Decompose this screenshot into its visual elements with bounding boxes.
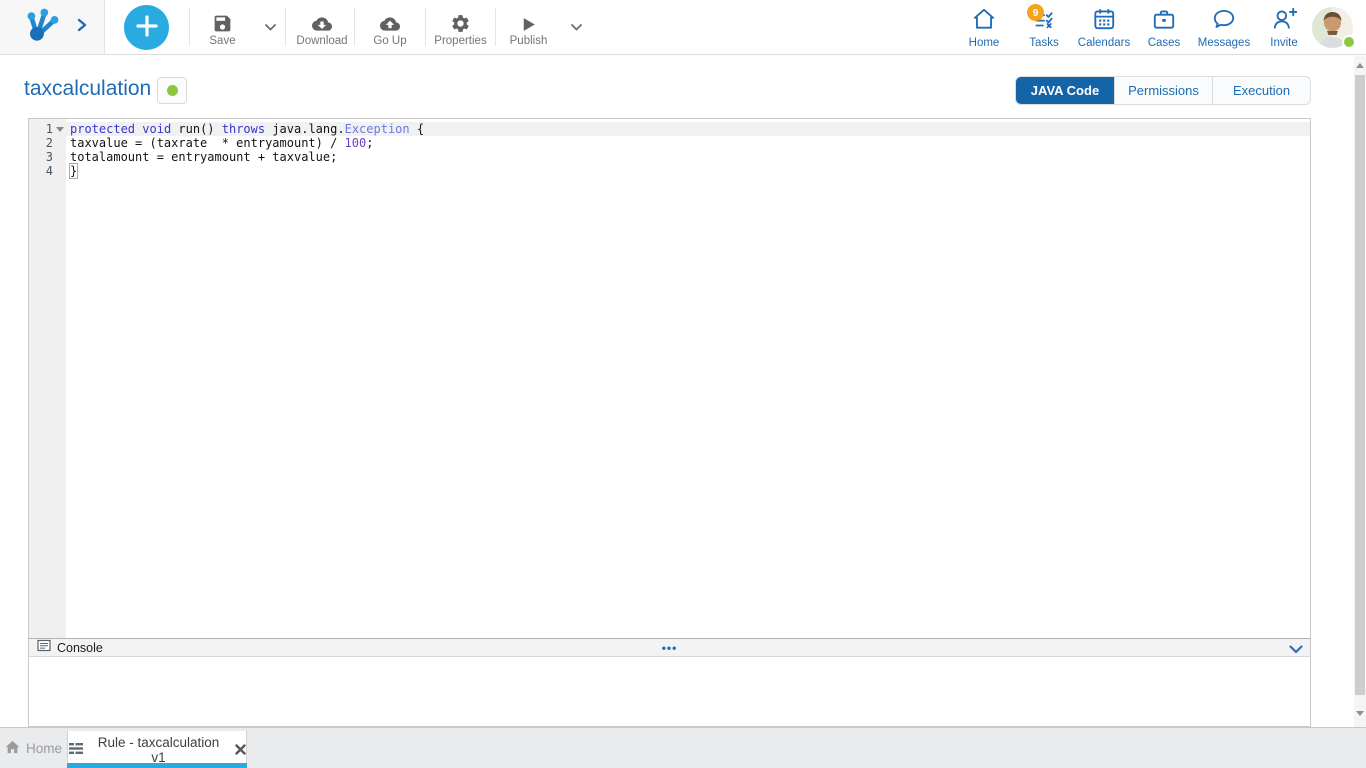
download-label: Download (296, 35, 347, 47)
online-status-dot (1342, 35, 1356, 49)
save-label: Save (209, 35, 235, 47)
house-icon (5, 740, 20, 757)
rule-icon (68, 742, 84, 758)
java-code-editor-panel: 1234 protected void run() throws java.la… (28, 118, 1311, 727)
chat-icon (1211, 6, 1237, 35)
plus-icon (136, 15, 158, 40)
nav-home[interactable]: Home (954, 0, 1014, 54)
scrollbar-thumb[interactable] (1355, 75, 1365, 695)
bottom-tab-home[interactable]: Home (0, 728, 67, 768)
cloud-download-icon (310, 7, 334, 34)
scroll-down-arrow-icon[interactable] (1356, 711, 1364, 716)
code-editor[interactable]: 1234 protected void run() throws java.la… (29, 119, 1310, 638)
go-up-button[interactable]: Go Up (355, 0, 425, 54)
save-dropdown-chevron-icon[interactable] (255, 0, 285, 54)
console-title: Console (57, 641, 103, 655)
bottom-tab-rule-taxcalculation[interactable]: Rule - taxcalculation v1 (67, 731, 247, 768)
nav-calendars[interactable]: Calendars (1074, 0, 1134, 54)
editor-gutter: 1234 (29, 119, 66, 638)
code-line[interactable]: totalamount = entryamount + taxvalue; (66, 150, 1310, 164)
top-right-nav: Home 9 Tasks Calendars Cases (954, 0, 1314, 54)
page-title: taxcalculation (24, 77, 151, 101)
save-icon (212, 7, 233, 34)
nav-invite[interactable]: Invite (1254, 0, 1314, 54)
gutter-line-number[interactable]: 2 (29, 136, 66, 150)
editor-tab-group: JAVA Code Permissions Execution (1015, 76, 1311, 105)
go-up-label: Go Up (373, 35, 406, 47)
app-window: Save Download Go Up (0, 0, 1366, 768)
logo-section (0, 0, 105, 54)
app-logo-icon (24, 6, 61, 48)
gutter-line-number[interactable]: 3 (29, 150, 66, 164)
save-button[interactable]: Save (190, 0, 255, 54)
bottom-tab-bar: Home Rule - taxcalculation v1 (0, 727, 1366, 768)
gutter-line-number[interactable]: 4 (29, 164, 66, 178)
gear-icon (450, 7, 471, 34)
console-icon (37, 639, 51, 657)
publish-label: Publish (510, 35, 548, 47)
console-collapse-chevron-icon[interactable] (1289, 642, 1303, 657)
user-avatar[interactable] (1312, 7, 1353, 48)
publish-dropdown-chevron-icon[interactable] (561, 0, 591, 54)
console-menu-button[interactable]: ••• (662, 641, 678, 655)
toolbar-actions: Save Download Go Up (189, 0, 591, 54)
properties-label: Properties (434, 35, 486, 47)
code-line[interactable]: protected void run() throws java.lang.Ex… (66, 122, 1310, 136)
tab-permissions[interactable]: Permissions (1114, 77, 1212, 104)
tab-execution[interactable]: Execution (1212, 77, 1310, 104)
code-fold-arrow-icon[interactable] (56, 127, 64, 132)
tasks-count-badge: 9 (1027, 4, 1044, 21)
console-panel-header[interactable]: Console ••• (29, 638, 1310, 657)
console-output[interactable] (29, 657, 1310, 726)
nav-cases[interactable]: Cases (1134, 0, 1194, 54)
home-icon (971, 6, 997, 35)
page-scrollbar[interactable] (1354, 56, 1366, 727)
editor-code[interactable]: protected void run() throws java.lang.Ex… (66, 119, 1310, 638)
status-indicator-button[interactable] (157, 77, 187, 104)
tab-java-code[interactable]: JAVA Code (1016, 77, 1114, 104)
code-line[interactable]: } (66, 164, 1310, 178)
status-green-dot-icon (167, 85, 178, 96)
briefcase-icon (1151, 6, 1177, 35)
close-tab-icon[interactable] (235, 744, 246, 755)
publish-button[interactable]: Publish (496, 0, 561, 54)
add-button[interactable] (124, 5, 169, 50)
code-line[interactable]: taxvalue = (taxrate * entryamount) / 100… (66, 136, 1310, 150)
play-icon (519, 7, 538, 34)
expand-menu-chevron-icon[interactable] (77, 18, 87, 37)
properties-button[interactable]: Properties (426, 0, 495, 54)
cloud-upload-icon (378, 7, 402, 34)
person-add-icon (1271, 6, 1297, 35)
gutter-line-number[interactable]: 1 (29, 122, 66, 136)
top-toolbar: Save Download Go Up (0, 0, 1366, 55)
nav-messages[interactable]: Messages (1194, 0, 1254, 54)
scroll-up-arrow-icon[interactable] (1356, 63, 1364, 68)
calendar-icon (1091, 6, 1117, 35)
toolbar-separator (285, 8, 286, 46)
download-button[interactable]: Download (290, 0, 354, 54)
nav-tasks[interactable]: 9 Tasks (1014, 0, 1074, 54)
